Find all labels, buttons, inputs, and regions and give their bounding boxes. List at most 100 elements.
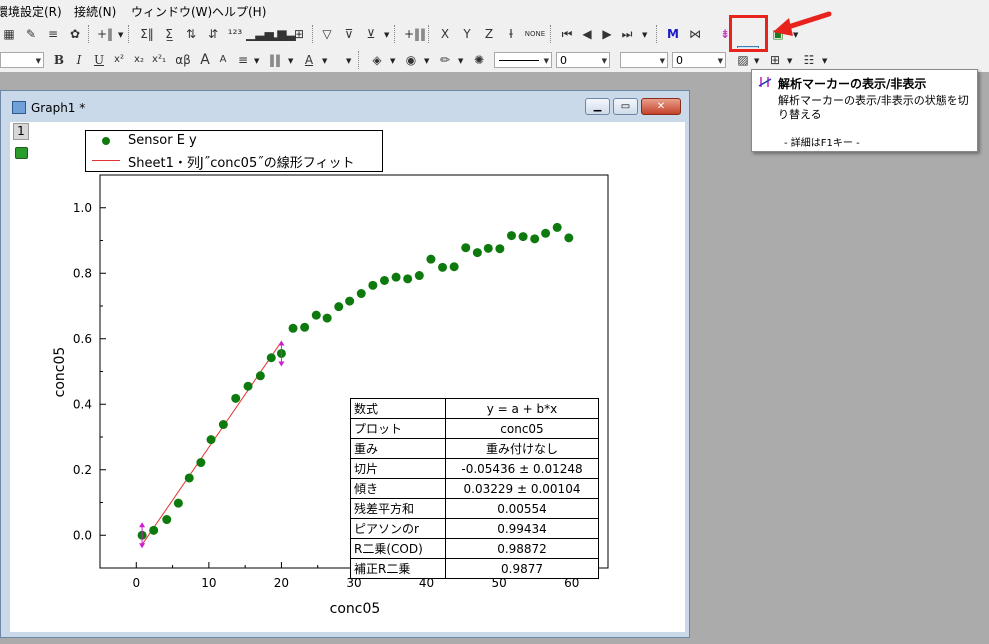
line-style-combo[interactable]: ▼ [494,52,552,68]
supsub-button[interactable]: x²₁ [150,51,168,69]
toolbar-grip[interactable] [656,25,660,43]
mask-icon[interactable]: M [664,25,682,43]
column-chart-icon[interactable]: ▁▃▅ [246,25,274,43]
set-x-icon[interactable]: X [436,25,454,43]
toolbar-grip[interactable] [312,25,316,43]
pattern-fill-icon[interactable]: ◉ [402,51,420,69]
data-point [541,228,551,238]
font-name-combo[interactable]: ▼ [0,52,44,68]
minimize-button[interactable]: ▁ [585,98,610,115]
toolbar-grip[interactable] [394,25,398,43]
underline-button[interactable]: U [90,51,108,69]
fit-table-value: 0.9877 [445,558,599,579]
data-point [243,381,253,391]
last-icon[interactable]: ⏭ [618,25,636,43]
filter-clear-icon[interactable]: ⊽ [340,25,358,43]
data-point [311,310,321,320]
filter-edit-icon[interactable]: ⊻ [362,25,380,43]
subscript-button[interactable]: x₂ [130,51,148,69]
x-axis-label: conc05 [330,601,381,617]
error-bar-icon[interactable]: Ɨ [502,25,520,43]
table-layout-icon[interactable]: ☷ [800,51,818,69]
chevron-down-icon[interactable]: ▼ [787,57,792,65]
font-increase-button[interactable]: A [196,51,214,69]
fit-results-table[interactable]: 数式 y = a + b*x プロット conc05 重み 重み付けなし 切片 -0.0543… [350,398,599,579]
chevron-down-icon[interactable]: ▼ [642,31,647,39]
data-point [391,272,401,282]
close-button[interactable]: ✕ [641,98,681,115]
symbol-size-combo[interactable]: 0 ▼ [672,52,726,68]
toolbar-grip[interactable] [428,25,432,43]
align-left-icon[interactable]: ≡ [234,51,252,69]
fit-table-label: 重み [350,438,446,459]
menu-preferences[interactable]: 環境設定(R) [0,3,62,20]
bold-button[interactable]: B [50,51,68,69]
sort-icon[interactable]: ⇅ [182,25,200,43]
font-color-icon[interactable]: A [300,51,318,69]
tooltip-title: 解析マーカーの表示/非表示 [778,77,927,91]
hatch-icon[interactable]: ▨ [734,51,752,69]
symbol-type-combo[interactable]: ▼ [620,52,668,68]
chevron-down-icon[interactable]: ▼ [322,57,327,65]
chevron-down-icon[interactable]: ▼ [390,57,395,65]
chevron-down-icon[interactable]: ▼ [822,57,827,65]
fill-color-icon[interactable]: ◈ [368,51,386,69]
line-color-icon[interactable]: ✏ [436,51,454,69]
menu-window[interactable]: ウィンドウ(W) [131,3,212,20]
brightness-icon[interactable]: ✺ [470,51,488,69]
font-decrease-button[interactable]: A [214,51,232,69]
plugin-icon[interactable]: ✿ [66,25,84,43]
fit-table-label: ピアソンのr [350,518,446,539]
add-column-icon[interactable]: +‖ [96,25,114,43]
set-y-icon[interactable]: Y [458,25,476,43]
data-point [438,262,448,272]
menu-connect[interactable]: 接続(N) [74,3,116,20]
fit-table-label: 数式 [350,398,446,419]
notes-icon[interactable]: ✎ [22,25,40,43]
script-icon[interactable]: ≡ [44,25,62,43]
filter-icon[interactable]: ▽ [318,25,336,43]
statistics-sum-icon[interactable]: Σ‖ [138,25,156,43]
chevron-down-icon[interactable]: ▼ [458,57,463,65]
next-icon[interactable]: ▶ [598,25,616,43]
chevron-down-icon[interactable]: ▼ [288,57,293,65]
unmask-icon[interactable]: ⋈ [686,25,704,43]
maximize-button[interactable]: ▭ [613,98,638,115]
row-numbers-icon[interactable]: ¹²³ [226,25,244,43]
set-z-icon[interactable]: Z [480,25,498,43]
toolbar-grip[interactable] [128,25,132,43]
chevron-down-icon[interactable]: ▼ [254,57,259,65]
toolbar-grip[interactable] [88,25,92,43]
set-values-icon[interactable]: ⇵ [204,25,222,43]
worksheet-icon[interactable]: ▦ [0,25,18,43]
set-none-icon[interactable]: NONE [524,25,546,43]
chevron-down-icon[interactable]: ▼ [754,57,759,65]
chevron-down-icon[interactable]: ▼ [346,57,351,65]
superscript-button[interactable]: x² [110,51,128,69]
data-point [334,302,344,312]
chevron-down-icon: ▼ [717,57,723,65]
chevron-down-icon[interactable]: ▼ [118,31,123,39]
histogram-icon[interactable]: ▂▆▃ [268,25,296,43]
y-axis-label: conc05 [52,347,68,398]
column-spacing-icon[interactable]: +‖‖ [404,25,426,43]
annotation-highlight-box [729,15,768,52]
first-icon[interactable]: ⏮ [558,25,576,43]
legend[interactable]: Sensor E y Sheet1・列J˝conc05˝の線形フィット [85,130,383,172]
box-chart-icon[interactable]: ⊞ [290,25,308,43]
line-width-combo[interactable]: 0 ▼ [556,52,610,68]
greek-button[interactable]: αβ [172,51,194,69]
grid-icon[interactable]: ⊞ [766,51,784,69]
chevron-down-icon[interactable]: ▼ [424,57,429,65]
prev-icon[interactable]: ◀ [578,25,596,43]
chevron-down-icon[interactable]: ▼ [384,31,389,39]
italic-button[interactable]: I [70,51,88,69]
fit-table-value: -0.05436 ± 0.01248 [445,458,599,479]
pattern-icon[interactable]: ‖‖ [266,51,284,69]
toolbar-grip[interactable] [358,51,362,69]
data-point [449,262,459,272]
statistics-cols-icon[interactable]: Σ̲ [160,25,178,43]
menu-help[interactable]: ヘルプ(H) [212,3,266,20]
toolbar-grip[interactable] [550,25,554,43]
analysis-marker-icon [758,77,772,87]
